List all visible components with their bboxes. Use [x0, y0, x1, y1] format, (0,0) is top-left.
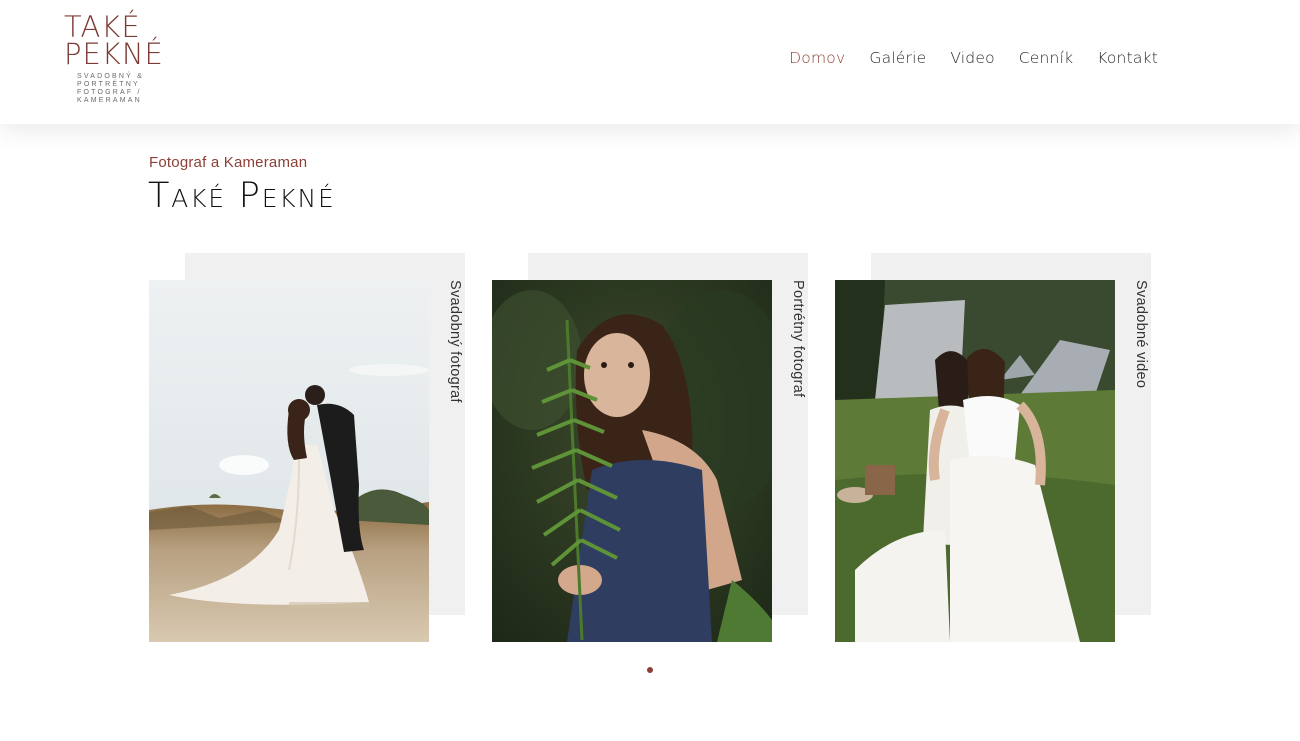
girl-with-fern-portrait[interactable]: [492, 280, 772, 642]
carousel-dot[interactable]: [647, 667, 653, 673]
nav-item-cennik[interactable]: Cenník: [1019, 49, 1074, 67]
logo-tagline: SVADOBNÝ & PORTRÉTNY FOTOGRAF / KAMERAMA…: [77, 73, 144, 104]
logo[interactable]: TAKÉ PEKNÉ SVADOBNÝ & PORTRÉTNY FOTOGRAF…: [64, 13, 174, 108]
card-label: Svadobný fotograf: [447, 280, 463, 403]
card-svadobne-video[interactable]: Svadobné video: [835, 253, 1152, 643]
nav-item-video[interactable]: Video: [950, 49, 994, 67]
nav-item-galerie[interactable]: Galérie: [869, 49, 926, 67]
card-label: Portrétny fotograf: [790, 280, 806, 398]
main-nav: Domov Galérie Video Cenník Kontakt: [789, 49, 1158, 67]
nav-item-domov[interactable]: Domov: [789, 49, 845, 67]
logo-line-2: PEKNÉ: [64, 37, 164, 71]
card-svadobny-fotograf[interactable]: Svadobný fotograf: [149, 253, 466, 643]
card-portretny-fotograf[interactable]: Portrétny fotograf: [492, 253, 809, 643]
page-title: Také Pekné: [148, 176, 336, 216]
site-header: TAKÉ PEKNÉ SVADOBNÝ & PORTRÉTNY FOTOGRAF…: [0, 0, 1300, 124]
brides-laughing-photo[interactable]: [835, 280, 1115, 642]
wedding-couple-photo[interactable]: [149, 280, 429, 642]
card-label: Svadobné video: [1133, 280, 1149, 389]
hero-kicker: Fotograf a Kameraman: [149, 154, 308, 171]
nav-item-kontakt[interactable]: Kontakt: [1097, 49, 1158, 67]
